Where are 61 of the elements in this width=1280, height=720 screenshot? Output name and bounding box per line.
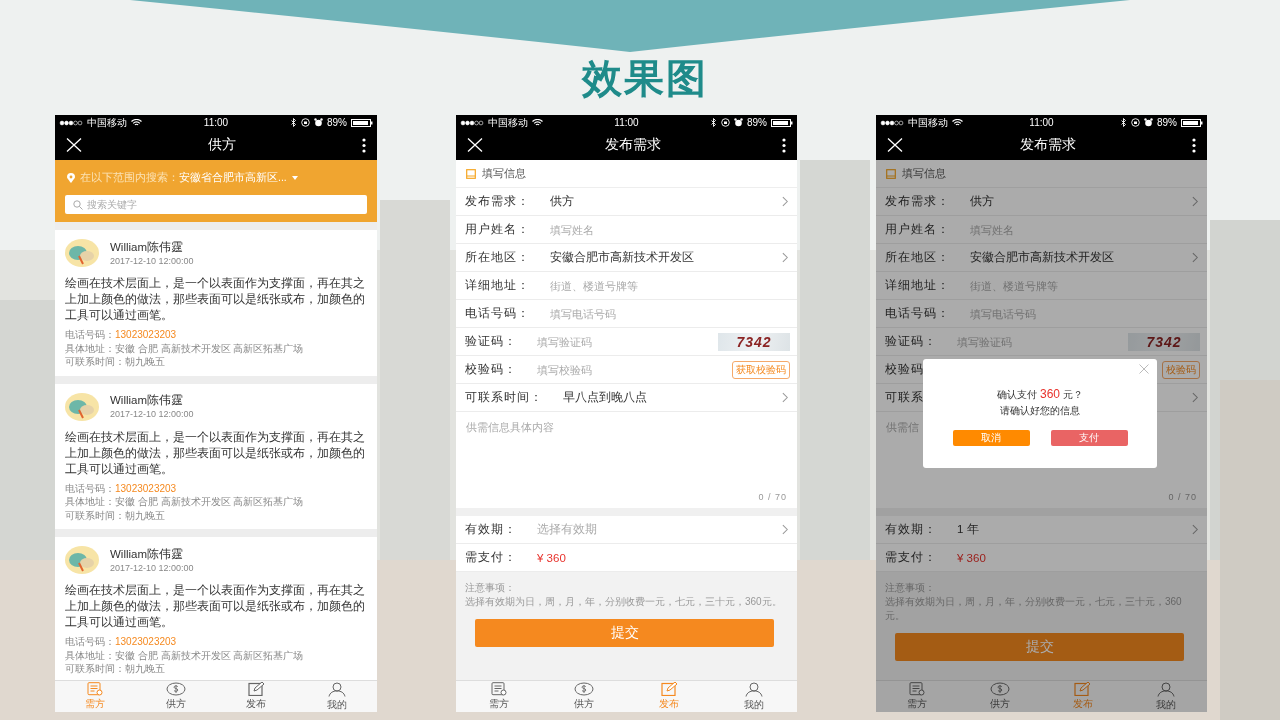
- field-label: 需支付：: [885, 550, 937, 565]
- field-label: 详细地址：: [885, 278, 950, 293]
- phone-label: 电话号码：: [65, 482, 115, 494]
- field-label: 所在地区：: [465, 250, 530, 265]
- phone-label: 电话号码：: [65, 329, 115, 340]
- status-time: 11:00: [1029, 117, 1054, 128]
- field-label: 用户姓名：: [885, 222, 950, 237]
- field-label: 校验码: [885, 362, 924, 377]
- post-date: 2017-12-10 12:00:00: [110, 254, 194, 267]
- carrier-name: 中国移动: [908, 115, 948, 130]
- battery-percent: 89%: [747, 117, 767, 128]
- notice-title: 注意事项：: [465, 581, 516, 595]
- section-title: 填写信息: [482, 166, 526, 181]
- screen-title: 发布需求: [604, 136, 661, 154]
- field-label: 电话号码：: [885, 306, 950, 321]
- field-label: 发布需求：: [885, 194, 950, 209]
- contact-hours: 可联系时间：朝九晚五: [65, 662, 166, 676]
- field-label: 可联系时间：: [465, 390, 543, 405]
- field-label: 可联系: [885, 390, 924, 405]
- character-counter: 0 / 70: [1168, 492, 1197, 502]
- author-name: William陈伟霆: [110, 393, 185, 408]
- status-time: 11:00: [203, 117, 229, 128]
- author-name: William陈伟霆: [110, 546, 185, 562]
- contact-hours: 可联系时间：朝九晚五: [65, 508, 166, 522]
- price-value: ¥ 360: [957, 551, 987, 564]
- field-label: 有效期：: [885, 522, 937, 537]
- post-text: 绘画在技术层面上，是一个以表面作为支撑面，再在其之上加上颜色的做法，那些表面可以是纸张或布，加颜色的工具可以通过画笔。: [65, 275, 366, 323]
- search-scope-label: 在以下范围内搜索：: [80, 171, 179, 185]
- section-title: 填写信息: [902, 166, 946, 181]
- address-text: 具体地址：安徽 合肥 高新技术开发区 高新区拓基广场: [65, 341, 305, 355]
- post-date: 2017-12-10 12:00:00: [110, 408, 194, 420]
- field-label: 电话号码：: [465, 306, 530, 321]
- address-text: 具体地址：安徽 合肥 高新技术开发区 高新区拓基广场: [65, 495, 305, 509]
- phone-label: 电话号码：: [65, 636, 115, 647]
- post-text: 绘画在技术层面上，是一个以表面作为支撑面，再在其之上加上颜色的做法，那些表面可以是纸张或布，加颜色的工具可以通过画笔。: [65, 582, 366, 630]
- confirm-hint: 请确认好您的信息: [1000, 404, 1080, 418]
- field-label: 用户姓名：: [465, 222, 530, 237]
- price-value: ¥ 360: [537, 551, 567, 564]
- field-label: 验证码：: [885, 334, 937, 349]
- post-date: 2017-12-10 12:00:00: [110, 561, 194, 574]
- battery-percent: 89%: [327, 117, 347, 128]
- field-label: 需支付：: [465, 550, 517, 565]
- field-label: 所在地区：: [885, 250, 950, 265]
- author-name: William陈伟霆: [110, 239, 185, 255]
- post-text: 绘画在技术层面上，是一个以表面作为支撑面，再在其之上加上颜色的做法，那些表面可以是纸张或布，加颜色的工具可以通过画笔。: [65, 428, 366, 477]
- screen-title: 供方: [208, 136, 236, 154]
- field-label: 有效期：: [465, 522, 517, 537]
- contact-hours: 可联系时间：朝九晚五: [65, 355, 166, 369]
- slide-title: 效果图: [580, 55, 708, 102]
- character-counter: 0 / 70: [758, 492, 787, 502]
- field-label: 校验码：: [465, 362, 517, 377]
- screen-title: 发布需求: [1019, 136, 1076, 154]
- carrier-name: 中国移动: [87, 115, 127, 130]
- battery-percent: 89%: [1157, 117, 1177, 128]
- address-text: 具体地址：安徽 合肥 高新技术开发区 高新区拓基广场: [65, 648, 305, 662]
- field-label: 验证码：: [465, 334, 517, 349]
- carrier-name: 中国移动: [488, 115, 528, 130]
- field-label: 发布需求：: [465, 194, 530, 209]
- confirm-message: 确认支付 360 元？: [997, 386, 1083, 403]
- status-time: 11:00: [614, 117, 639, 128]
- field-label: 详细地址：: [465, 278, 530, 293]
